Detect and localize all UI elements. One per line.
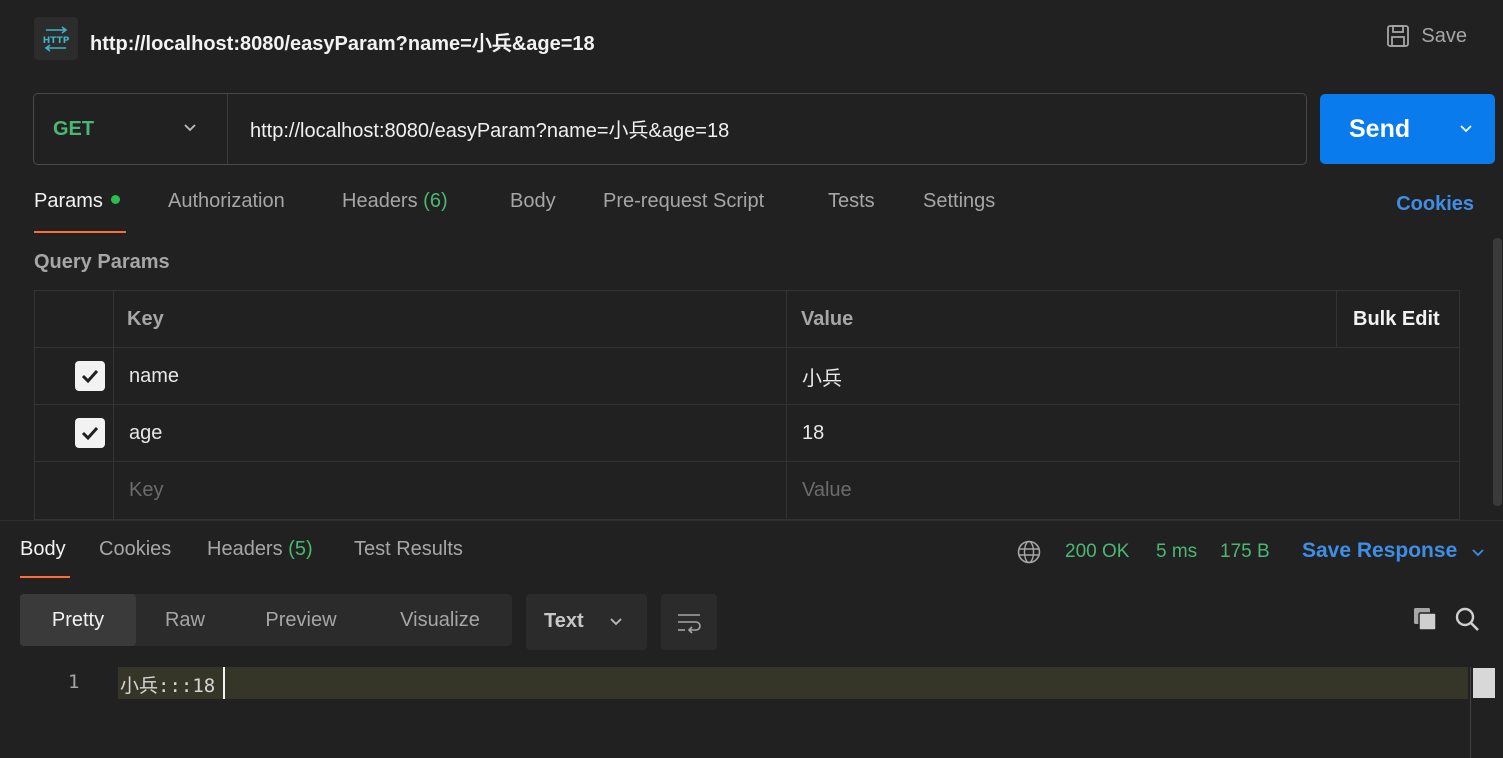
tab-tests[interactable]: Tests	[828, 190, 875, 213]
http-icon: HTTP	[43, 25, 70, 52]
code-line-highlight[interactable]: 小兵:::18	[118, 667, 1468, 699]
globe-icon[interactable]	[1016, 539, 1042, 565]
wrap-lines-icon	[678, 614, 701, 634]
http-request-icon: HTTP	[34, 17, 78, 60]
tab-settings[interactable]: Settings	[923, 190, 995, 213]
tab-params[interactable]: Params	[34, 190, 120, 213]
response-tab-headers-label: Headers	[207, 538, 283, 560]
params-active-dot	[110, 195, 120, 205]
response-tab-cookies[interactable]: Cookies	[99, 538, 171, 561]
param-checkbox-cell	[75, 348, 105, 404]
request-title[interactable]: http://localhost:8080/easyParam?name=小兵&…	[90, 27, 595, 56]
table-header-row: Key Value Bulk Edit	[35, 291, 1459, 348]
response-time[interactable]: 5 ms	[1156, 541, 1197, 563]
headers-count: (6)	[423, 190, 448, 212]
column-header-key: Key	[127, 307, 164, 330]
pane-divider[interactable]	[0, 520, 1503, 521]
param-key[interactable]: age	[129, 405, 162, 461]
table-row: name 小兵	[35, 348, 1459, 405]
param-checkbox[interactable]	[75, 361, 105, 391]
response-size[interactable]: 175 B	[1220, 541, 1270, 563]
view-mode-raw[interactable]: Raw	[136, 594, 234, 646]
bulk-edit-button[interactable]: Bulk Edit	[1353, 291, 1440, 347]
tab-params-label: Params	[34, 190, 103, 212]
status-code[interactable]: 200 OK	[1065, 541, 1129, 563]
text-caret	[223, 667, 225, 699]
active-tab-underline	[34, 231, 126, 233]
checkmark-icon	[81, 426, 99, 441]
new-key-input[interactable]: Key	[129, 462, 163, 518]
param-value[interactable]: 小兵	[802, 348, 842, 404]
line-number: 1	[68, 671, 80, 693]
title-bar: HTTP http://localhost:8080/easyParam?nam…	[0, 0, 1503, 78]
editor-scrollbar[interactable]	[1473, 668, 1495, 698]
param-checkbox-cell	[75, 405, 105, 461]
view-mode-preview[interactable]: Preview	[234, 594, 368, 646]
copy-icon[interactable]	[1411, 605, 1439, 633]
query-params-title: Query Params	[34, 251, 170, 273]
editor-scroll-track	[1470, 667, 1471, 758]
response-tab-body[interactable]: Body	[20, 538, 66, 561]
send-button[interactable]: Send	[1320, 94, 1495, 164]
scrollbar[interactable]	[1493, 238, 1502, 506]
url-input[interactable]: http://localhost:8080/easyParam?name=小兵&…	[250, 114, 729, 143]
tab-prerequest-script[interactable]: Pre-request Script	[603, 190, 764, 213]
send-label: Send	[1349, 115, 1411, 143]
search-icon[interactable]	[1453, 605, 1481, 633]
new-value-input[interactable]: Value	[802, 462, 852, 518]
response-tab-underline	[20, 576, 70, 578]
response-body-text[interactable]: 小兵:::18	[120, 671, 215, 698]
response-tab-test-results[interactable]: Test Results	[354, 538, 463, 561]
view-mode-toggle: Pretty Raw Preview Visualize	[20, 594, 512, 646]
send-dropdown-chevron-icon[interactable]	[1458, 121, 1474, 137]
param-checkbox[interactable]	[75, 418, 105, 448]
save-label: Save	[1421, 24, 1467, 47]
query-params-table: Key Value Bulk Edit name 小兵 age 18 Key V…	[34, 290, 1460, 520]
response-headers-count: (5)	[288, 538, 313, 560]
method-select[interactable]: GET	[34, 94, 228, 164]
cookies-link[interactable]: Cookies	[1396, 193, 1474, 216]
tab-headers[interactable]: Headers (6)	[342, 190, 448, 213]
table-row: age 18	[35, 405, 1459, 462]
save-response-button[interactable]: Save Response	[1302, 539, 1457, 563]
response-tab-headers[interactable]: Headers (5)	[207, 538, 313, 561]
method-label: GET	[53, 117, 95, 140]
url-bar: GET http://localhost:8080/easyParam?name…	[33, 93, 1307, 165]
format-label: Text	[544, 610, 584, 632]
http-badge-text: HTTP	[43, 36, 70, 46]
view-mode-visualize[interactable]: Visualize	[368, 594, 512, 646]
save-icon	[1387, 25, 1410, 47]
table-row-empty: Key Value	[35, 462, 1459, 519]
chevron-down-icon	[184, 124, 196, 132]
param-key[interactable]: name	[129, 348, 179, 404]
wrap-lines-button[interactable]	[661, 594, 717, 650]
tab-body[interactable]: Body	[510, 190, 556, 213]
save-button[interactable]: Save	[1385, 23, 1467, 49]
checkmark-icon	[81, 369, 99, 384]
column-header-value: Value	[801, 307, 854, 330]
tab-authorization[interactable]: Authorization	[168, 190, 285, 213]
tab-headers-label: Headers	[342, 190, 418, 212]
chevron-down-icon[interactable]	[1470, 545, 1486, 561]
param-value[interactable]: 18	[802, 405, 824, 461]
view-mode-pretty[interactable]: Pretty	[20, 594, 136, 646]
format-select[interactable]: Text	[526, 594, 647, 650]
chevron-down-icon	[610, 618, 622, 626]
